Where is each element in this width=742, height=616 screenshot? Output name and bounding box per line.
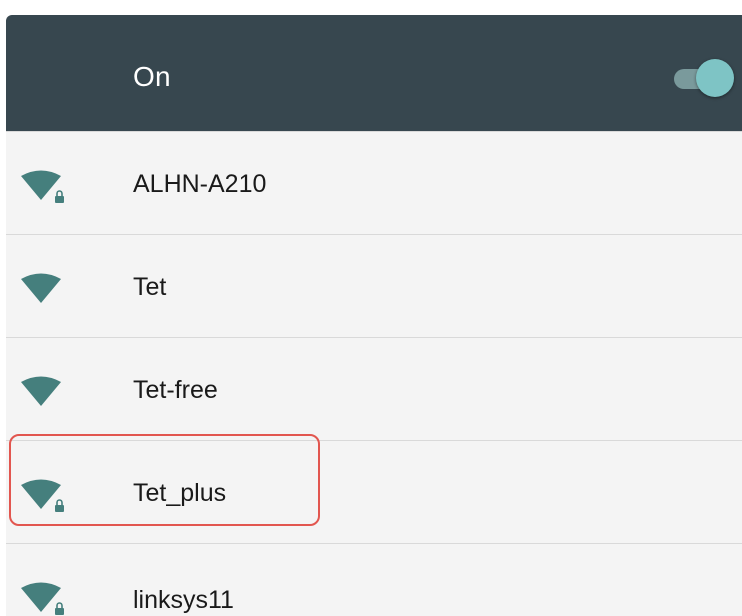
network-name: ALHN-A210: [133, 170, 267, 198]
wifi-icon: [20, 374, 70, 414]
wifi-lock-icon: [20, 580, 70, 616]
wifi-lock-icon: [20, 477, 70, 517]
wifi-status-label: On: [133, 61, 171, 92]
wifi-settings-screen: On ALHN-A210 Tet Tet-free Tet_plus links…: [6, 15, 742, 616]
network-row-tet-free[interactable]: Tet-free: [6, 337, 742, 440]
network-name: Tet_plus: [133, 479, 227, 507]
network-row-tet-plus[interactable]: Tet_plus: [6, 440, 742, 543]
network-name: Tet: [133, 273, 167, 301]
wifi-master-switch-bar[interactable]: On: [6, 15, 742, 131]
network-row-alhn-a210[interactable]: ALHN-A210: [6, 131, 742, 234]
wifi-toggle-switch[interactable]: [674, 59, 736, 99]
wifi-lock-icon: [20, 168, 70, 208]
wifi-icon: [20, 271, 70, 311]
network-row-linksys11[interactable]: linksys11: [6, 543, 742, 616]
toggle-thumb: [696, 59, 734, 97]
network-name: linksys11: [133, 586, 234, 614]
network-row-tet[interactable]: Tet: [6, 234, 742, 337]
network-name: Tet-free: [133, 376, 218, 404]
